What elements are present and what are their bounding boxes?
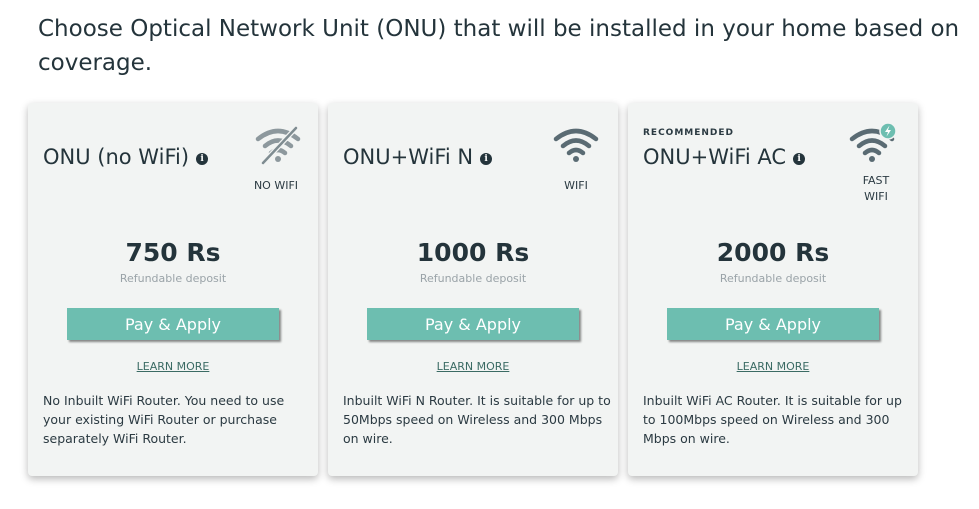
wifi-icon	[553, 128, 599, 162]
card-description: Inbuilt WiFi AC Router. It is suitable f…	[643, 393, 902, 446]
feature-label: FAST WIFI	[846, 173, 906, 205]
deposit-label: Refundable deposit	[119, 272, 227, 285]
deposit-label: Refundable deposit	[419, 272, 527, 285]
pay-apply-button[interactable]: Pay & Apply	[367, 308, 579, 340]
price: 750 Rs	[125, 238, 221, 267]
deposit-label: Refundable deposit	[719, 272, 827, 285]
learn-more-link[interactable]: LEARN MORE	[628, 360, 918, 373]
fast-wifi-icon	[849, 123, 897, 162]
info-icon[interactable]: i	[480, 152, 493, 165]
info-icon[interactable]: i	[196, 152, 209, 165]
card-description: Inbuilt WiFi N Router. It is suitable fo…	[343, 393, 611, 446]
feature-label-line: WIFI	[864, 190, 888, 203]
onu-wifi-ac-card: RECOMMENDED ONU+WiFi AC i FAST WIFI 2000…	[628, 103, 918, 476]
card-title-text: ONU+WiFi N	[343, 145, 474, 169]
card-title: ONU+WiFi N i	[343, 145, 493, 169]
page-heading: Choose Optical Network Unit (ONU) that w…	[38, 16, 960, 76]
pay-apply-button[interactable]: Pay & Apply	[667, 308, 879, 340]
onu-wifi-n-card: ONU+WiFi N i WIFI 1000 Rs Refundable dep…	[328, 103, 618, 476]
card-description: No Inbuilt WiFi Router. You need to use …	[43, 393, 285, 446]
price: 1000 Rs	[416, 238, 530, 267]
learn-more-link[interactable]: LEARN MORE	[28, 360, 318, 373]
info-icon[interactable]: i	[793, 152, 806, 165]
card-title-text: ONU (no WiFi)	[43, 145, 190, 169]
feature-label: NO WIFI	[253, 179, 299, 192]
card-title: ONU (no WiFi) i	[43, 145, 209, 169]
price: 2000 Rs	[716, 238, 830, 267]
learn-more-link[interactable]: LEARN MORE	[328, 360, 618, 373]
card-title: ONU+WiFi AC i	[643, 145, 806, 169]
pay-apply-button[interactable]: Pay & Apply	[67, 308, 279, 340]
feature-label-line: FAST	[862, 174, 890, 187]
recommended-badge: RECOMMENDED	[643, 128, 735, 138]
feature-label: WIFI	[564, 179, 588, 192]
onu-no-wifi-card: ONU (no WiFi) i NO WIFI 750 Rs Refundabl…	[28, 103, 318, 476]
card-title-text: ONU+WiFi AC	[643, 145, 787, 169]
wifi-off-icon	[255, 126, 301, 165]
